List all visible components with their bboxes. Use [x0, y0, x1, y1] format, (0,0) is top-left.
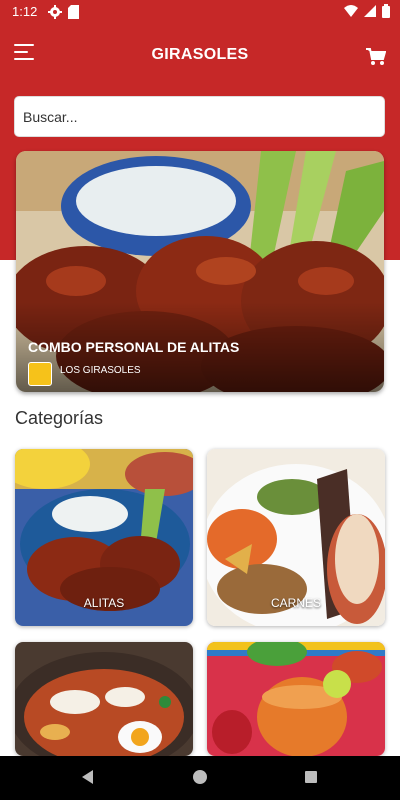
- category-card-chilaquiles[interactable]: [15, 642, 193, 756]
- category-card-alitas[interactable]: ALITAS: [15, 449, 193, 626]
- recents-icon[interactable]: [305, 771, 317, 783]
- category-label: CARNES: [270, 596, 321, 610]
- system-nav-bar: [0, 756, 400, 800]
- app-title: GIRASOLES: [151, 46, 249, 63]
- wifi-icon: [344, 5, 358, 17]
- status-bar: 1:12: [0, 0, 400, 24]
- store-logo: [28, 362, 52, 386]
- back-icon[interactable]: [82, 770, 93, 784]
- category-image-mariscos: [207, 642, 385, 756]
- status-time: 1:12: [12, 4, 38, 19]
- app-bar: GIRASOLES: [0, 24, 400, 90]
- category-label: ALITAS: [83, 596, 125, 610]
- sd-card-icon: [68, 5, 79, 19]
- battery-icon: [382, 4, 390, 18]
- category-image-chilaquiles: [15, 642, 193, 756]
- category-card-carnes[interactable]: CARNES: [207, 449, 385, 626]
- signal-icon: [364, 5, 376, 17]
- category-card-mariscos[interactable]: [207, 642, 385, 756]
- featured-card[interactable]: COMBO PERSONAL DE ALITAS LOS GIRASOLES: [16, 151, 384, 392]
- featured-store-name: LOS GIRASOLES: [60, 365, 141, 376]
- search-input[interactable]: [14, 96, 385, 137]
- settings-icon: [48, 5, 62, 19]
- featured-title: COMBO PERSONAL DE ALITAS: [28, 339, 240, 355]
- categories-heading: Categorías: [15, 408, 104, 428]
- home-icon[interactable]: [193, 770, 207, 784]
- cart-icon[interactable]: [366, 48, 386, 66]
